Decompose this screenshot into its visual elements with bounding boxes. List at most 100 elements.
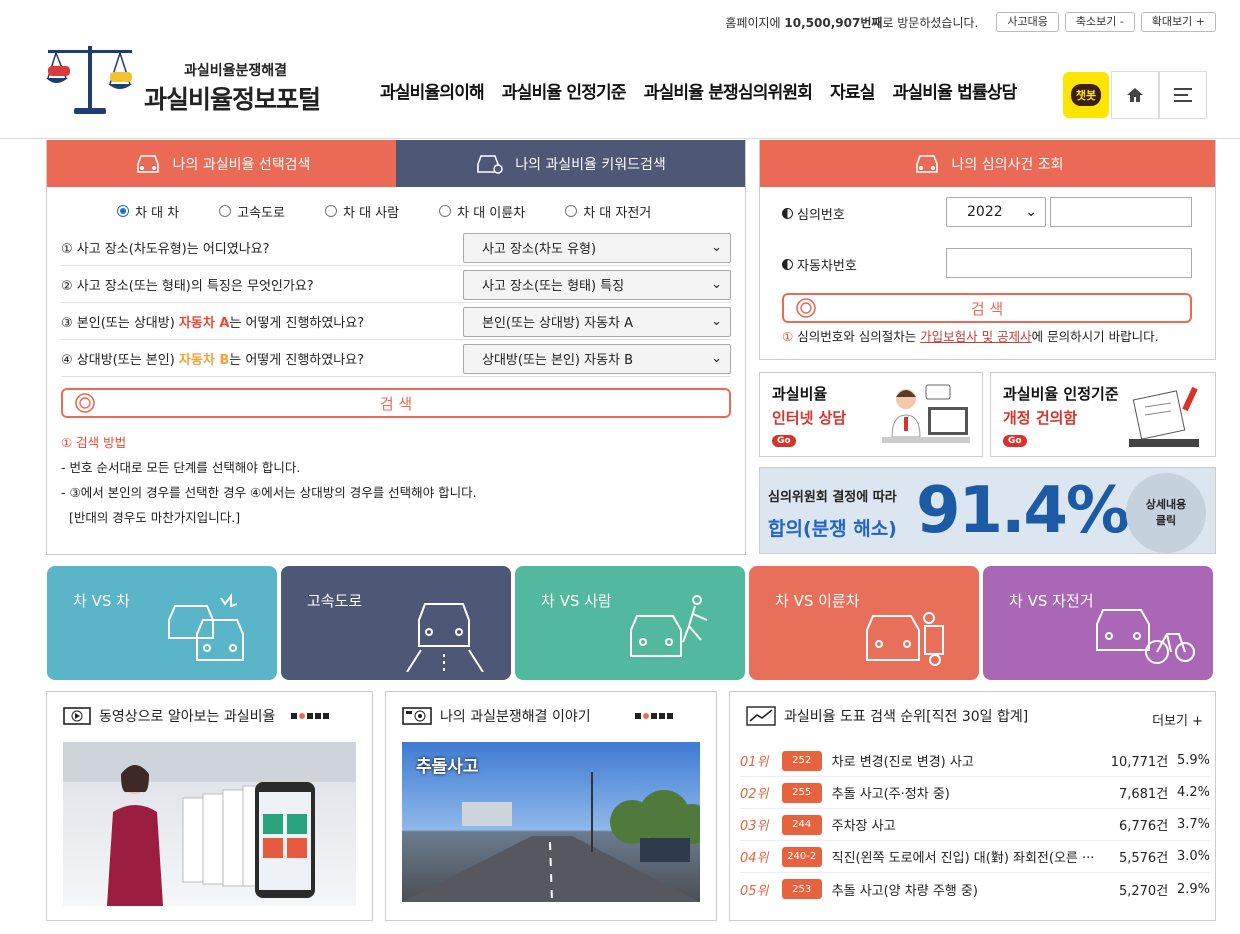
case-lookup-notice: ① 심의번호와 심의절차는 가입보험사 및 공제사에 문의하시기 바랍니다. [782,329,1159,344]
nav-item-criteria[interactable]: 과실비율 인정기준 [502,78,627,103]
go-button[interactable]: Go [1003,435,1027,447]
insurer-link[interactable]: 가입보험사 및 공제사 [920,329,1031,344]
consultant-icon [882,384,970,443]
radio-icon [439,205,452,217]
banner-subtitle: 인터넷 상담 [772,409,847,427]
ranking-row[interactable]: 03위 244 주차장 사고 6,776건 3.7% [740,809,1210,841]
go-button[interactable]: Go [772,435,796,447]
category-car-bicycle[interactable]: 차 VS 자전거 [983,566,1213,680]
logo-title: 과실비율정보포털 [144,85,321,114]
banner-subtitle: 개정 건의함 [1003,409,1078,427]
nav-item-legal-consult[interactable]: 과실비율 법률상담 [893,78,1018,103]
car-pedestrian-icon [630,595,708,657]
video-thumbnail[interactable] [63,742,356,906]
ranking-header: 과실비율 도표 검색 순위[직전 30일 합계] [746,706,1028,726]
category-label: 고속도로 [307,592,363,610]
story-box: 나의 과실분쟁해결 이야기 추돌사고 [385,691,717,921]
radio-icon [565,205,578,217]
half-circle-icon [782,259,793,270]
chatbot-button[interactable]: 챗봇 [1063,72,1109,118]
home-button[interactable] [1111,71,1159,119]
radio-car-person[interactable]: 차 대 사람 [325,202,399,221]
info-icon: ① [782,329,794,344]
two-cars-collision-icon [168,593,244,661]
chevron-down-icon: ⌄ [711,351,722,366]
radio-car-motorcycle[interactable]: 차 대 이륜차 [439,202,525,221]
chevron-down-icon: ⌄ [711,277,722,292]
category-label: 차 VS 이륜차 [775,592,860,610]
question-1-label: ① 사고 장소(차도유형)는 어디였나요? [61,242,270,257]
video-play-icon [63,707,91,725]
radio-icon [325,205,337,217]
slider-dots[interactable] [634,713,673,719]
category-label: 차 VS 차 [73,592,130,610]
year-select[interactable]: 2022 ⌄ [946,197,1046,227]
vehicle-a-select[interactable]: 본인(또는 상대방) 자동차 A ⌄ [463,306,731,337]
internet-consult-banner[interactable]: 과실비율 인터넷 상담 Go [759,372,983,457]
case-number-label: 심의번호 [782,204,845,223]
zoom-out-button[interactable]: 축소보기 - [1064,12,1135,32]
category-car-motorcycle[interactable]: 차 VS 이륜차 [749,566,979,680]
question-4-label: ④ 상대방(또는 본인) 자동차 B는 어떻게 진행하였나요? [61,353,365,368]
story-thumbnail[interactable]: 추돌사고 [402,742,700,902]
stat-caption: 심의위원회 결정에 따라 [768,490,897,505]
nav-item-archive[interactable]: 자료실 [830,78,875,103]
story-box-header: 나의 과실분쟁해결 이야기 [402,706,673,726]
logo-subtitle: 과실비율분쟁해결 [184,63,288,79]
car-number-input[interactable] [946,248,1192,278]
home-icon [1127,88,1143,102]
half-circle-icon [782,208,793,219]
visit-counter: 홈페이지에 10,500,907번째로 방문하셨습니다. [725,15,979,30]
case-lookup-header: 나의 심의사건 조회 [760,140,1215,187]
fault-ratio-search-panel: 나의 과실비율 선택검색 나의 과실비율 키워드검색 차 대 차 고속도로 차 … [46,140,746,555]
ranking-row[interactable]: 04위 240-2 직진(왼쪽 도로에서 진입) 대(對) 좌회전(오른 ··· 5,… [740,841,1210,873]
category-car-person[interactable]: 차 VS 사람 [515,566,745,680]
question-row-3: ③ 본인(또는 상대방) 자동차 A는 어떻게 진행하였나요? 본인(또는 상대… [61,304,731,340]
site-logo[interactable]: 과실비율분쟁해결 과실비율정보포털 [44,42,344,122]
search-icon [796,298,816,318]
location-type-select[interactable]: 사고 장소(차도 유형) ⌄ [463,232,731,263]
committee-stat-banner[interactable]: 심의위원회 결정에 따라 합의(분쟁 해소) 91.4% 상세내용 클릭 [759,467,1216,554]
fault-search-button[interactable]: 검 색 [61,388,731,418]
banner-title: 과실비율 인정기준 [1003,385,1119,403]
radio-icon [219,205,232,217]
category-highway[interactable]: 고속도로 [281,566,511,680]
menu-button[interactable] [1159,71,1207,119]
car-number-label: 자동차번호 [782,255,857,274]
zoom-in-button[interactable]: 확대보기 + [1140,12,1216,32]
radio-car-bicycle[interactable]: 차 대 자전거 [565,202,651,221]
criteria-suggestion-banner[interactable]: 과실비율 인정기준 개정 건의함 Go [990,372,1216,457]
howto-line-2: - ③에서 본인의 경우를 선택한 경우 ④에서는 상대방의 경우를 선택해야 … [61,485,477,500]
slider-dots[interactable] [291,713,330,719]
location-feature-select[interactable]: 사고 장소(또는 형태) 특징 ⌄ [463,269,731,300]
question-row-4: ④ 상대방(또는 본인) 자동차 B는 어떻게 진행하였나요? 상대방(또는 본… [61,341,731,377]
search-howto: ① 검색 방법 - 번호 순서대로 모든 단계를 선택해야 합니다. - ③에서… [61,430,477,530]
chevron-down-icon: ⌄ [711,240,722,255]
stat-detail-button[interactable]: 상세내용 클릭 [1126,473,1206,553]
accident-response-button[interactable]: 사고대응 [996,12,1059,32]
car-icon [136,154,159,173]
ranking-row[interactable]: 02위 255 추돌 사고(주·정차 중) 7,681건 4.2% [740,777,1210,809]
ranking-more-link[interactable]: 더보기 + [1152,710,1203,729]
ranking-row[interactable]: 01위 252 차로 변경(진로 변경) 사고 10,771건 5.9% [740,745,1210,777]
category-label: 차 VS 자전거 [1009,592,1094,610]
story-caption: 추돌사고 [416,757,479,777]
nav-item-understanding[interactable]: 과실비율의이해 [380,78,485,103]
radio-highway[interactable]: 고속도로 [219,202,285,221]
category-car-car[interactable]: 차 VS 차 [47,566,277,680]
radio-selected-icon [117,205,129,217]
tab-select-label: 나의 과실비율 선택검색 [172,156,311,173]
tab-keyword-search[interactable]: 나의 과실비율 키워드검색 [396,140,745,187]
tab-select-search[interactable]: 나의 과실비율 선택검색 [47,140,396,187]
case-search-button[interactable]: 검 색 [782,293,1192,323]
radio-car-car[interactable]: 차 대 차 [117,202,179,221]
howto-line-1: - 번호 순서대로 모든 단계를 선택해야 합니다. [61,460,301,475]
stat-percentage: 91.4% [916,474,1130,548]
stat-label: 합의(분쟁 해소) [768,518,897,540]
vehicle-b-select[interactable]: 상대방(또는 본인) 자동차 B ⌄ [463,343,731,374]
nav-item-committee[interactable]: 과실비율 분쟁심의위원회 [644,78,813,103]
car-motorcycle-icon [866,612,944,666]
chatbot-label: 챗봇 [1070,84,1102,106]
ranking-row[interactable]: 05위 253 추돌 사고(양 차량 주행 중) 5,270건 2.9% [740,873,1210,905]
case-number-input[interactable] [1050,197,1192,227]
